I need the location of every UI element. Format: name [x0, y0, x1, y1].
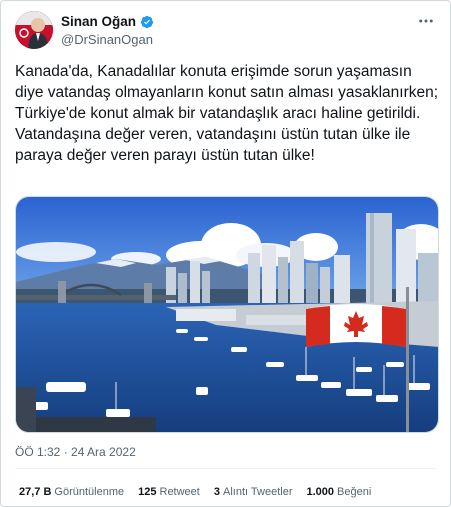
author-handle[interactable]: @DrSinanOgan	[61, 32, 153, 47]
verified-badge-icon	[140, 15, 154, 29]
tweet-text: Kanada'da, Kanadalılar konuta erişimde s…	[15, 63, 439, 164]
quotes-count: 3	[213, 486, 220, 498]
divider	[15, 468, 436, 469]
views-count: 27,7 B	[19, 486, 52, 498]
tweet-stats: 27,7 B Görüntülenme 125 Retweet 3 Alıntı…	[19, 486, 371, 498]
views-stat[interactable]: 27,7 B Görüntülenme	[19, 486, 124, 498]
tweet-header: Sinan Oğan @DrSinanOgan	[15, 11, 440, 51]
quotes-label: Alıntı Tweetler	[222, 486, 293, 498]
avatar[interactable]	[15, 11, 53, 49]
likes-stat[interactable]: 1.000 Beğeni	[306, 486, 371, 498]
tweet-card: Sinan Oğan @DrSinanOgan Kanada'da, Kanad…	[0, 0, 451, 507]
quotes-stat[interactable]: 3 Alıntı Tweetler	[214, 486, 293, 498]
retweets-count: 125	[138, 486, 157, 498]
likes-label: Beğeni	[337, 486, 372, 498]
author-name[interactable]: Sinan Oğan	[61, 14, 136, 29]
author-name-row: Sinan Oğan	[61, 14, 154, 29]
likes-count: 1.000	[306, 486, 335, 498]
tweet-media-image[interactable]	[15, 196, 439, 433]
more-dots-icon[interactable]	[416, 11, 436, 31]
tweet-timestamp[interactable]: ÖÖ 1:32 · 24 Ara 2022	[15, 445, 136, 459]
retweets-stat[interactable]: 125 Retweet	[138, 486, 200, 498]
views-label: Görüntülenme	[54, 486, 125, 498]
retweets-label: Retweet	[159, 486, 200, 498]
